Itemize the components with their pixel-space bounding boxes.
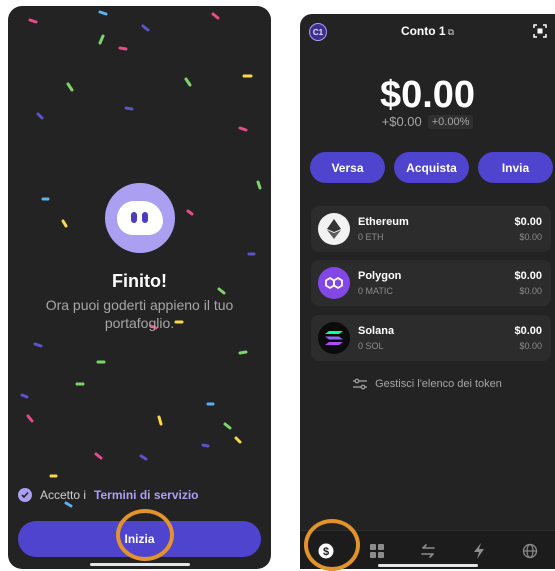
token-amount: 0 MATIC (358, 286, 393, 296)
header: C1 Conto 1 ⧉ (300, 14, 555, 50)
solana-icon (318, 322, 350, 354)
ghost-icon (105, 183, 175, 253)
token-value: $0.00 (514, 325, 542, 337)
token-amount: 0 ETH (358, 232, 384, 242)
checkbox-checked-icon[interactable] (18, 488, 32, 502)
home-indicator (90, 563, 190, 566)
swap-icon (420, 543, 435, 558)
token-amount: 0 SOL (358, 341, 384, 351)
onboarding-screen: Finito! Ora puoi goderti appieno il tuo … (8, 6, 271, 569)
home-indicator (378, 564, 478, 567)
action-buttons: Versa Acquista Invia (310, 152, 553, 183)
change-amount: +$0.00 (381, 114, 422, 129)
highlight-ring (116, 509, 174, 561)
deposit-button[interactable]: Versa (310, 152, 385, 183)
wallet-screen: C1 Conto 1 ⧉ $0.00 +$0.00 +0.00% Versa Ac… (300, 14, 555, 569)
account-name-label: Conto 1 (400, 24, 446, 38)
qr-scan-icon[interactable] (533, 24, 547, 38)
send-button[interactable]: Invia (478, 152, 553, 183)
token-row-solana[interactable]: Solana 0 SOL $0.00 $0.00 (311, 315, 551, 361)
manage-token-list-button[interactable]: Gestisci l'elenco dei token (300, 378, 555, 390)
token-usd: $0.00 (519, 232, 542, 242)
success-subtitle: Ora puoi goderti appieno il tuo portafog… (45, 297, 234, 331)
success-title: Finito! (112, 271, 167, 291)
polygon-icon (318, 267, 350, 299)
token-usd: $0.00 (519, 341, 542, 351)
token-row-ethereum[interactable]: Ethereum 0 ETH $0.00 $0.00 (311, 206, 551, 252)
sliders-icon (353, 378, 368, 390)
collectibles-icon (369, 543, 384, 558)
activity-icon (473, 542, 484, 559)
token-value: $0.00 (514, 216, 542, 228)
token-name: Polygon (358, 270, 402, 282)
browser-icon (522, 543, 537, 558)
token-name: Ethereum (358, 216, 409, 228)
highlight-ring (304, 519, 360, 571)
token-value: $0.00 (514, 270, 542, 282)
terms-link[interactable]: Termini di servizio (94, 488, 198, 502)
tab-browser[interactable] (504, 531, 555, 569)
account-name[interactable]: Conto 1 ⧉ (300, 24, 555, 38)
token-row-polygon[interactable]: Polygon 0 MATIC $0.00 $0.00 (311, 260, 551, 306)
terms-row: Accetto i Termini di servizio (18, 488, 199, 502)
ethereum-icon (318, 213, 350, 245)
token-name: Solana (358, 325, 395, 337)
change-percent: +0.00% (427, 114, 474, 129)
total-balance: $0.00 (379, 74, 476, 116)
balance-change: +$0.00 +0.00% (300, 114, 555, 129)
terms-label: Accetto i (40, 488, 87, 502)
copy-icon[interactable]: ⧉ (448, 27, 454, 37)
manage-token-list-label: Gestisci l'elenco dei token (375, 378, 502, 390)
token-usd: $0.00 (519, 286, 542, 296)
buy-button[interactable]: Acquista (394, 152, 469, 183)
